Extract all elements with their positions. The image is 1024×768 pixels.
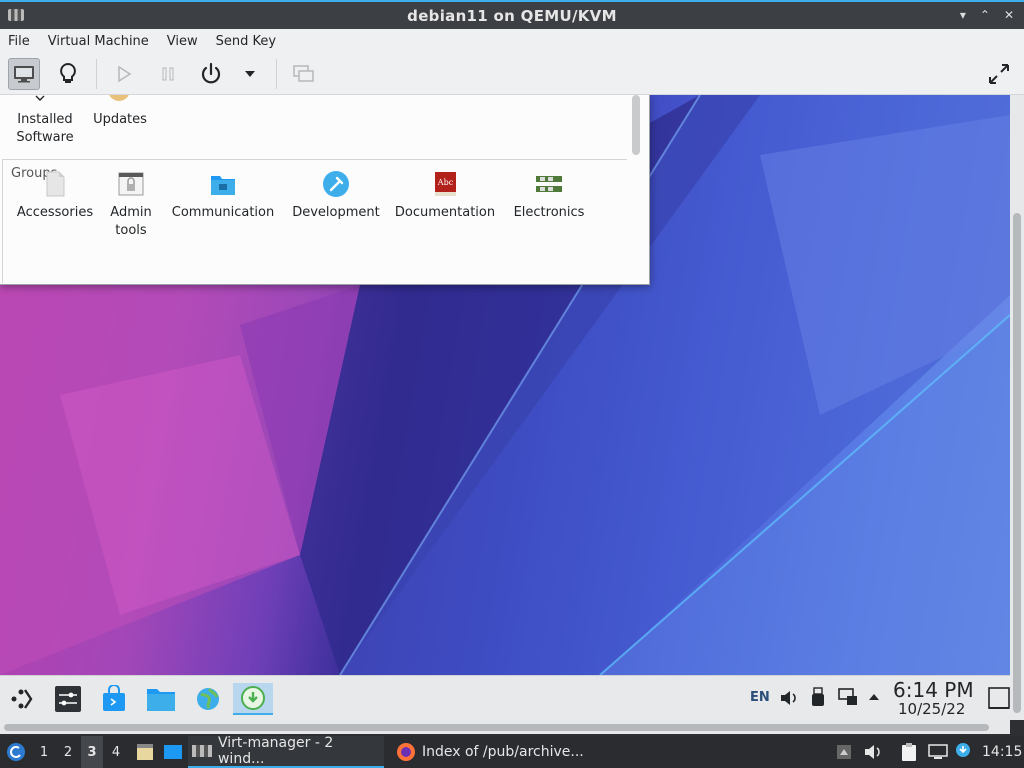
group-accessories[interactable]: Accessories: [15, 171, 95, 222]
show-details-button[interactable]: [52, 58, 84, 90]
menu-send-key[interactable]: Send Key: [216, 34, 276, 49]
menu-virtual-machine[interactable]: Virtual Machine: [48, 34, 149, 49]
fullscreen-icon: [989, 64, 1009, 84]
browser-launcher[interactable]: [192, 683, 224, 715]
chevron-down-icon: [35, 95, 45, 101]
admin-tools-icon: [118, 172, 144, 196]
shutdown-button[interactable]: [195, 58, 227, 90]
host-menu-button[interactable]: [4, 736, 28, 768]
run-button[interactable]: [108, 58, 140, 90]
window-icon: [164, 745, 182, 759]
file-manager-launcher[interactable]: [145, 683, 177, 715]
virt-manager-icon: [8, 9, 24, 21]
show-console-button[interactable]: [8, 58, 40, 90]
updates-icon: [108, 95, 130, 101]
task-virt-manager[interactable]: Virt-manager - 2 wind...: [188, 735, 384, 768]
fullscreen-button[interactable]: [983, 58, 1015, 90]
chip-icon: [536, 176, 562, 192]
maximize-button[interactable]: ⌃: [980, 8, 990, 22]
globe-icon: [197, 688, 219, 710]
screenshot-button[interactable]: [288, 58, 320, 90]
pause-button[interactable]: [152, 58, 184, 90]
tray-expand-icon[interactable]: [868, 693, 880, 701]
keyboard-layout[interactable]: EN: [750, 690, 770, 705]
discover-launcher[interactable]: [98, 683, 130, 715]
window-titlebar[interactable]: debian11 on QEMU/KVM ▾ ⌃ ✕: [0, 0, 1024, 29]
software-scrollbar[interactable]: [632, 95, 640, 155]
guest-clock-time[interactable]: 6:14 PM: [893, 678, 974, 702]
toolbar: [0, 53, 1024, 95]
group-electronics[interactable]: Electronics: [509, 176, 589, 222]
notes-launcher[interactable]: [134, 736, 156, 768]
host-volume-icon[interactable]: [864, 744, 882, 760]
group-documentation[interactable]: Abc Documentation: [393, 172, 497, 222]
system-settings-launcher[interactable]: [52, 683, 84, 715]
book-icon: Abc: [435, 172, 456, 196]
hammer-icon: [323, 171, 349, 197]
updates-tray-icon[interactable]: [955, 742, 971, 758]
shopping-bag-icon: [103, 685, 125, 711]
accessories-icon: [46, 171, 65, 197]
shutdown-menu-button[interactable]: [234, 58, 266, 90]
updates-item[interactable]: Updates: [90, 111, 150, 129]
clipboard-icon[interactable]: [900, 742, 918, 762]
screens-icon: [293, 65, 314, 82]
vm-console[interactable]: Installed Software Updates Groups Access…: [0, 95, 1010, 675]
desktop-2[interactable]: 2: [57, 736, 79, 768]
installed-software-item[interactable]: Installed Software: [12, 111, 78, 147]
power-icon: [201, 62, 221, 84]
group-admin-tools[interactable]: Admin tools: [101, 172, 161, 240]
group-communication[interactable]: Communication: [171, 176, 275, 222]
app-launcher-button[interactable]: [6, 683, 38, 715]
desktop-1[interactable]: 1: [33, 736, 55, 768]
monitor-icon: [14, 66, 34, 83]
debian-swirl-icon: [7, 743, 25, 761]
software-center-window[interactable]: Installed Software Updates Groups Access…: [0, 95, 650, 285]
launcher-icon: [11, 689, 33, 709]
firefox-icon: [397, 743, 415, 761]
minimize-button[interactable]: ▾: [960, 8, 966, 22]
download-icon: [241, 686, 265, 710]
window-list-button[interactable]: [162, 736, 184, 768]
folder-icon: [211, 176, 235, 195]
desktop-4[interactable]: 4: [105, 736, 127, 768]
network-icon[interactable]: [838, 688, 858, 706]
notes-icon: [137, 744, 153, 760]
pause-icon: [162, 67, 174, 81]
show-desktop-icon[interactable]: [988, 686, 1010, 710]
menu-file[interactable]: File: [8, 34, 30, 49]
horizontal-scrollbar[interactable]: [0, 720, 1010, 734]
host-network-icon[interactable]: [928, 744, 948, 760]
lightbulb-icon: [60, 62, 76, 83]
desktop-3[interactable]: 3: [81, 736, 103, 768]
window-title: debian11 on QEMU/KVM: [407, 6, 617, 25]
menu-view[interactable]: View: [167, 34, 198, 49]
guest-panel: EN: [0, 675, 1010, 720]
menu-bar: File Virtual Machine View Send Key: [0, 29, 1024, 53]
guest-clock-date[interactable]: 10/25/22: [898, 700, 965, 718]
task-firefox[interactable]: Index of /pub/archive...: [392, 736, 592, 768]
host-clock[interactable]: 14:15: [982, 736, 1022, 768]
download-task[interactable]: [233, 683, 273, 715]
tray-apps-icon[interactable]: [836, 744, 852, 760]
play-icon: [118, 65, 132, 83]
vertical-scrollbar[interactable]: [1010, 95, 1024, 720]
settings-sliders-icon: [55, 686, 81, 712]
host-taskbar: 1 2 3 4 Virt-manager - 2 wind... Index o…: [0, 735, 1024, 768]
close-button[interactable]: ✕: [1004, 8, 1014, 22]
dropdown-icon: [245, 71, 255, 77]
group-development[interactable]: Development: [291, 171, 381, 222]
folder-icon: [147, 689, 175, 711]
virt-manager-icon: [192, 745, 212, 757]
volume-icon[interactable]: [779, 689, 799, 707]
usb-device-icon[interactable]: [811, 687, 825, 707]
svg-text:Abc: Abc: [437, 178, 454, 187]
groups-section: Groups Accessories Admin tools Communica…: [2, 159, 627, 283]
